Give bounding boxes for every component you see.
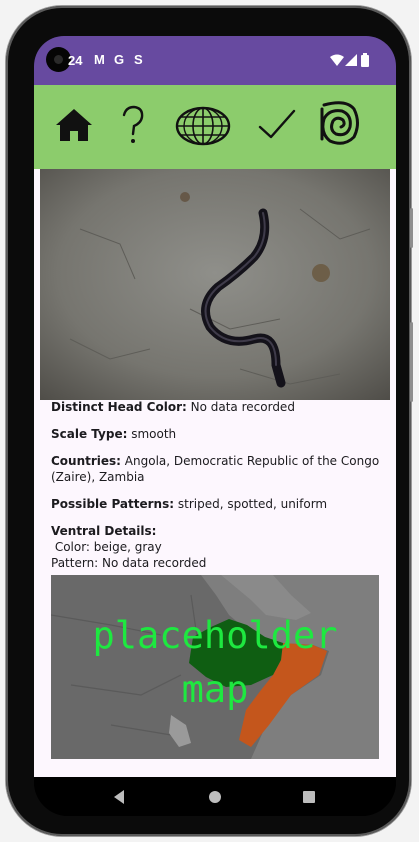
recents-icon[interactable] — [302, 789, 316, 805]
patterns-label: Possible Patterns: — [51, 497, 175, 511]
screen: 24 M G S Distinct Head Color: No data re… — [34, 36, 396, 816]
globe-icon[interactable] — [174, 103, 232, 149]
phone-frame: 24 M G S Distinct Head Color: No data re… — [6, 6, 413, 836]
countries-label: Countries: — [51, 454, 121, 468]
range-map: placeholder map — [51, 575, 379, 759]
home-icon[interactable] — [52, 103, 96, 147]
species-detail: Distinct Head Color: No data recorded Sc… — [34, 169, 396, 777]
map-placeholder-label: placeholder map — [92, 614, 338, 711]
volume-button — [410, 322, 413, 402]
snake-photo — [40, 169, 390, 400]
status-time: 24 — [68, 53, 83, 68]
checkmark-icon[interactable] — [256, 103, 298, 147]
scale-type-row: Scale Type: smooth — [51, 426, 381, 442]
countries-row: Countries: Angola, Democratic Republic o… — [51, 453, 381, 485]
navigation-bar — [34, 777, 396, 816]
help-icon[interactable] — [116, 103, 150, 147]
head-color-value: No data recorded — [186, 400, 295, 414]
scale-type-label: Scale Type: — [51, 427, 128, 441]
power-button — [410, 208, 413, 248]
toolbar — [34, 85, 396, 169]
ventral-pattern: Pattern: No data recorded — [51, 556, 207, 570]
patterns-value: striped, spotted, uniform — [174, 497, 328, 511]
back-icon[interactable] — [112, 789, 126, 805]
head-color-row: Distinct Head Color: No data recorded — [51, 399, 381, 415]
ventral-color: Color: beige, gray — [51, 540, 162, 554]
scale-type-value: smooth — [127, 427, 177, 441]
detail-list: Distinct Head Color: No data recorded Sc… — [51, 399, 381, 582]
head-color-label: Distinct Head Color: — [51, 400, 187, 414]
spiral-icon[interactable] — [316, 99, 362, 149]
patterns-row: Possible Patterns: striped, spotted, uni… — [51, 496, 381, 512]
signal-icon — [345, 54, 357, 66]
ventral-row: Ventral Details: Color: beige, gray Patt… — [51, 523, 381, 571]
gmail-icon: M — [94, 52, 105, 67]
google-icon: G — [114, 52, 125, 67]
ventral-label: Ventral Details: — [51, 524, 157, 538]
notification-s-icon: S — [134, 52, 143, 67]
battery-icon — [361, 53, 369, 67]
wifi-icon — [330, 54, 344, 66]
home-nav-icon[interactable] — [208, 789, 222, 805]
status-bar: 24 M G S — [34, 36, 396, 85]
